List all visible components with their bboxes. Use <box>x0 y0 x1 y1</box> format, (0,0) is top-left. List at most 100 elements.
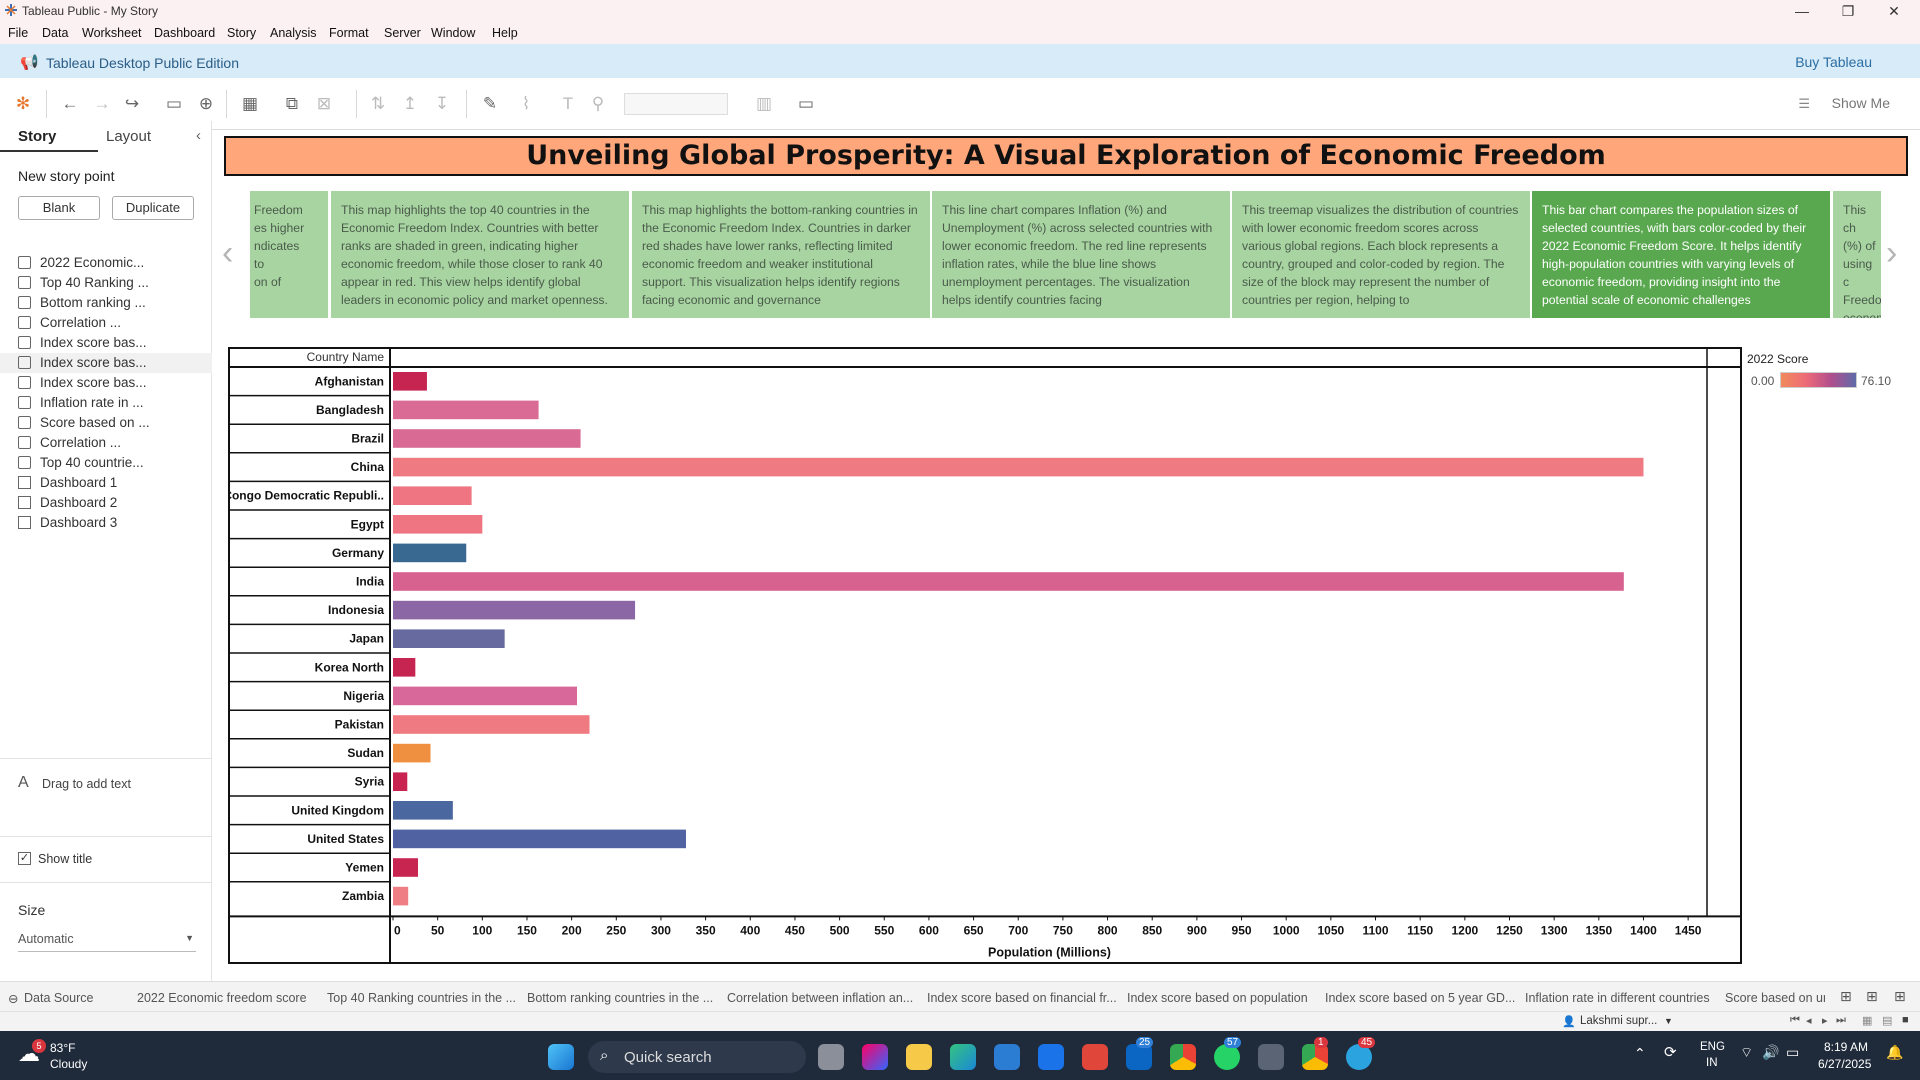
sheet-tab[interactable]: Index score based on 5 year GD... <box>1325 991 1515 1005</box>
story-point-caption[interactable]: This treemap visualizes the distribution… <box>1232 191 1530 318</box>
sheet-item[interactable]: Index score bas... <box>18 375 147 390</box>
menu-worksheet[interactable]: Worksheet <box>82 26 142 40</box>
sheet-tab[interactable]: Correlation between inflation an... <box>727 991 913 1005</box>
save-icon[interactable]: ▭ <box>164 94 184 114</box>
redo-icon[interactable]: → <box>92 94 112 114</box>
story-point-caption[interactable]: Freedom es higher ndicates to on of <box>250 191 328 318</box>
sheet-nav-last-icon[interactable]: ⏭ <box>1836 1014 1846 1027</box>
replay-icon[interactable]: ↪ <box>122 94 142 114</box>
sheet-nav-first-icon[interactable]: ⏮ <box>1790 1014 1800 1027</box>
sheet-tab[interactable]: Inflation rate in different countries <box>1525 991 1710 1005</box>
tableau-taskbar-icon[interactable] <box>1258 1044 1284 1070</box>
battery-icon[interactable]: ▭ <box>1786 1044 1799 1061</box>
edge-icon[interactable] <box>950 1044 976 1070</box>
store-icon[interactable] <box>994 1044 1020 1070</box>
menu-analysis[interactable]: Analysis <box>270 26 317 40</box>
drag-to-add-text[interactable]: Drag to add text <box>42 777 131 791</box>
previous-story-point-icon[interactable]: ‹ <box>222 234 233 273</box>
tab-layout[interactable]: Layout <box>106 128 151 145</box>
sheet-tab[interactable]: Index score based on financial fr... <box>927 991 1117 1005</box>
tabs-view-icon[interactable]: ■ <box>1902 1014 1909 1026</box>
story-point-caption[interactable]: This line chart compares Inflation (%) a… <box>932 191 1230 318</box>
labels-icon[interactable]: T <box>558 94 578 114</box>
show-title-checkbox[interactable]: ✓ <box>18 852 31 865</box>
sheet-item[interactable]: Correlation ... <box>18 315 121 330</box>
menu-format[interactable]: Format <box>329 26 369 40</box>
clear-sheet-icon[interactable]: ⊠ <box>314 94 334 114</box>
filmstrip-icon[interactable]: ▤ <box>1882 1014 1892 1027</box>
clock-time[interactable]: 8:19 AM <box>1824 1040 1868 1054</box>
show-cards-icon[interactable]: ▥ <box>754 94 774 114</box>
fit-dropdown[interactable] <box>624 93 728 115</box>
user-dropdown-icon[interactable]: ▼ <box>1664 1016 1673 1026</box>
tray-chevron-icon[interactable]: ⌃ <box>1634 1045 1646 1062</box>
next-story-point-icon[interactable]: › <box>1886 234 1897 273</box>
sheet-nav-prev-icon[interactable]: ◂ <box>1806 1014 1812 1027</box>
sheet-item-selected[interactable]: Index score bas... <box>18 355 147 370</box>
sort-ascending-icon[interactable]: ↥ <box>400 94 420 114</box>
menu-help[interactable]: Help <box>492 26 518 40</box>
story-point-caption[interactable]: This map highlights the bottom-ranking c… <box>632 191 930 318</box>
new-story-tab-icon[interactable]: ⊞ <box>1894 988 1906 1005</box>
tab-data-source[interactable]: Data Source <box>24 991 93 1005</box>
size-dropdown[interactable]: Automatic ▼ <box>18 932 196 952</box>
menu-dashboard[interactable]: Dashboard <box>154 26 215 40</box>
new-dashboard-tab-icon[interactable]: ⊞ <box>1866 988 1878 1005</box>
sheet-item[interactable]: Score based on ... <box>18 415 150 430</box>
sheet-item[interactable]: Top 40 Ranking ... <box>18 275 149 290</box>
sheet-item[interactable]: Bottom ranking ... <box>18 295 146 310</box>
duplicate-button[interactable]: Duplicate <box>112 196 194 220</box>
sheet-tab[interactable]: 2022 Economic freedom score <box>137 991 307 1005</box>
search-box[interactable]: ⌕ Quick search <box>588 1041 806 1073</box>
sheet-nav-next-icon[interactable]: ▸ <box>1822 1014 1828 1027</box>
duplicate-sheet-icon[interactable]: ⧉ <box>282 94 302 114</box>
chrome-profile-icon[interactable] <box>1302 1044 1328 1070</box>
dashboard-item[interactable]: Dashboard 2 <box>18 495 117 510</box>
blank-button[interactable]: Blank <box>18 196 100 220</box>
highlight-icon[interactable]: ✎ <box>480 94 500 114</box>
collapse-panel-icon[interactable]: ‹ <box>196 127 201 144</box>
presentation-icon[interactable]: ▭ <box>796 94 816 114</box>
sheet-item[interactable]: Inflation rate in ... <box>18 395 144 410</box>
buy-tableau-link[interactable]: Buy Tableau <box>1795 54 1872 70</box>
task-view-icon[interactable] <box>818 1044 844 1070</box>
menu-file[interactable]: File <box>8 26 28 40</box>
sheet-item[interactable]: Top 40 countrie... <box>18 455 144 470</box>
windows-start-icon[interactable] <box>548 1044 574 1070</box>
swap-icon[interactable]: ⇅ <box>368 94 388 114</box>
dashboard-item[interactable]: Dashboard 1 <box>18 475 117 490</box>
new-data-source-icon[interactable]: ⊕ <box>196 94 216 114</box>
sync-icon[interactable]: ⟳ <box>1664 1043 1677 1061</box>
sheet-tab[interactable]: Top 40 Ranking countries in the ... <box>327 991 516 1005</box>
sheet-item[interactable]: 2022 Economic... <box>18 255 144 270</box>
sheet-tab[interactable]: Bottom ranking countries in the ... <box>527 991 713 1005</box>
dashboard-item[interactable]: Dashboard 3 <box>18 515 117 530</box>
new-worksheet-tab-icon[interactable]: ⊞ <box>1840 988 1852 1005</box>
volume-icon[interactable]: 🔊 <box>1762 1044 1779 1061</box>
sheet-item[interactable]: Correlation ... <box>18 435 121 450</box>
menu-server[interactable]: Server <box>384 26 421 40</box>
menu-story[interactable]: Story <box>227 26 256 40</box>
sheet-tab[interactable]: Score based on ur <box>1725 991 1825 1005</box>
restore-button[interactable]: ❐ <box>1826 0 1870 22</box>
story-point-caption[interactable]: This ch (%) of using c Freedo econom rel… <box>1833 191 1881 318</box>
chrome-icon[interactable] <box>1170 1044 1196 1070</box>
app-icon[interactable] <box>1038 1044 1064 1070</box>
office-icon[interactable] <box>1082 1044 1108 1070</box>
user-name[interactable]: Lakshmi supr... <box>1580 1015 1657 1027</box>
show-me-button[interactable]: Show Me <box>1832 95 1890 111</box>
sheet-sorter-icon[interactable]: ▦ <box>1862 1014 1872 1027</box>
pin-icon[interactable]: ⚲ <box>588 94 608 114</box>
new-worksheet-icon[interactable]: ▦ <box>240 94 260 114</box>
sort-descending-icon[interactable]: ↧ <box>432 94 452 114</box>
menu-data[interactable]: Data <box>42 26 68 40</box>
close-button[interactable]: ✕ <box>1872 0 1916 22</box>
sheet-tab[interactable]: Index score based on population <box>1127 991 1308 1005</box>
sheet-item[interactable]: Index score bas... <box>18 335 147 350</box>
wifi-icon[interactable]: ⌔ <box>1740 1044 1753 1062</box>
menu-window[interactable]: Window <box>431 26 475 40</box>
file-explorer-icon[interactable] <box>906 1044 932 1070</box>
undo-icon[interactable]: ← <box>60 94 80 114</box>
tableau-start-icon[interactable]: ✻ <box>13 94 33 114</box>
minimize-button[interactable]: — <box>1780 0 1824 22</box>
